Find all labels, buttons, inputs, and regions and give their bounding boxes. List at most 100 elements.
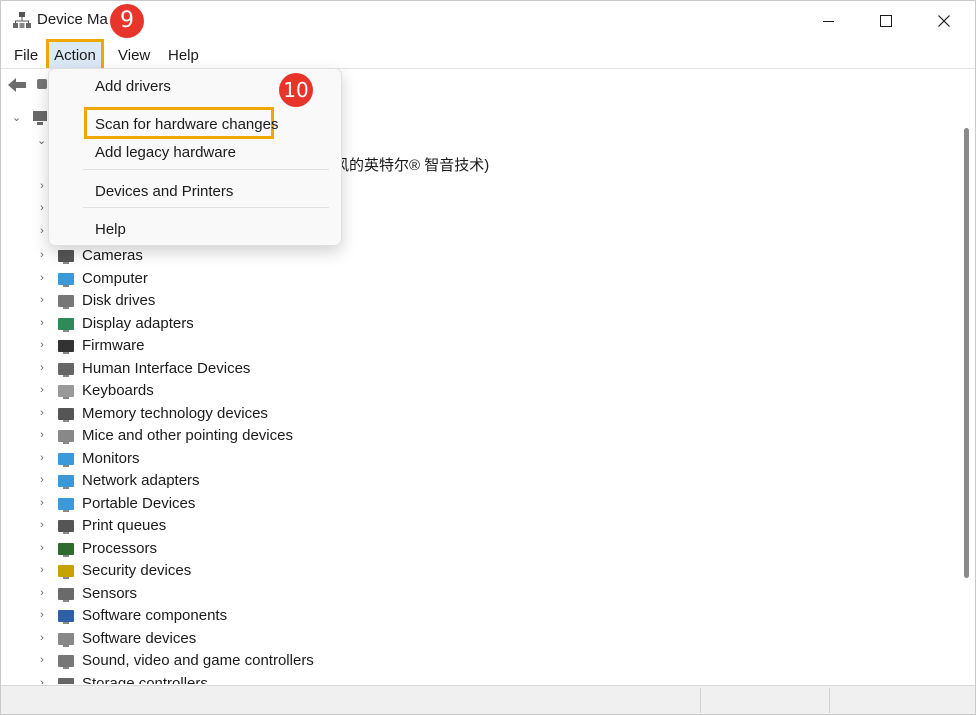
tree-category-row[interactable]: › Keyboards — [1, 381, 901, 403]
close-button[interactable] — [915, 1, 973, 41]
tree-category-label: Sound, video and game controllers — [82, 652, 314, 669]
computer-icon — [56, 271, 76, 289]
tree-category-label: Firmware — [82, 337, 145, 354]
audio-collapse-chevron-icon[interactable]: ⌄ — [37, 134, 46, 147]
back-arrow-icon[interactable] — [7, 76, 27, 94]
device-manager-window: Device Ma File Action View Help ⌄ ⌄ 风的英特… — [0, 0, 976, 715]
tree-category-row[interactable]: › Storage controllers — [1, 674, 901, 685]
minimize-button[interactable] — [799, 1, 857, 41]
expand-chevron-icon[interactable]: › — [37, 362, 47, 374]
tree-expand-chevron-icon[interactable]: › — [37, 225, 47, 237]
expand-chevron-icon[interactable]: › — [37, 564, 47, 576]
tree-category-label: Storage controllers — [82, 674, 208, 685]
printer-icon — [56, 518, 76, 536]
device-manager-icon — [13, 12, 31, 28]
processor-icon — [56, 541, 76, 559]
tree-category-label: Print queues — [82, 517, 167, 534]
tree-category-row[interactable]: › Print queues — [1, 516, 901, 538]
tree-category-label: Software devices — [82, 629, 197, 647]
title-bar: Device Ma — [1, 1, 975, 41]
tree-category-row[interactable]: › Human Interface Devices — [1, 359, 901, 381]
expand-chevron-icon[interactable]: › — [37, 654, 47, 666]
expand-chevron-icon[interactable]: › — [37, 677, 47, 685]
tree-category-row[interactable]: › Portable Devices — [1, 494, 901, 516]
step-10-badge: 10 — [279, 73, 313, 107]
display-adapter-icon — [56, 316, 76, 334]
tree-category-label: Processors — [82, 539, 158, 557]
tree-category-row[interactable]: › Mice and other pointing devices — [1, 426, 901, 448]
software-device-icon — [56, 631, 76, 649]
expand-chevron-icon[interactable]: › — [37, 317, 47, 329]
mouse-icon — [56, 428, 76, 446]
disk-drive-icon — [56, 293, 76, 311]
tree-category-label: Keyboards — [82, 382, 154, 399]
expand-chevron-icon[interactable]: › — [37, 542, 47, 554]
tree-category-row[interactable]: › Software components — [1, 606, 901, 628]
tree-category-row[interactable]: › Network adapters — [1, 471, 901, 493]
menu-view[interactable]: View — [112, 45, 156, 67]
minimize-icon — [822, 20, 834, 22]
tree-category-row[interactable]: › Computer — [1, 269, 901, 291]
menu-bar: File Action View Help — [1, 39, 975, 73]
tree-category-row[interactable]: › Cameras — [1, 246, 901, 268]
portable-device-icon — [56, 496, 76, 514]
forward-arrow-icon[interactable] — [37, 79, 47, 89]
tree-category-label: Computer — [82, 269, 148, 287]
tree-category-row[interactable]: › Monitors — [1, 449, 901, 471]
tree-category-row[interactable]: › Firmware — [1, 336, 901, 358]
vertical-scrollbar[interactable] — [957, 102, 975, 684]
tree-category-row[interactable]: › Software devices — [1, 629, 901, 651]
tree-category-label: Mice and other pointing devices — [82, 427, 293, 444]
sensor-icon — [56, 586, 76, 604]
scrollbar-thumb[interactable] — [964, 128, 969, 578]
expand-chevron-icon[interactable]: › — [37, 519, 47, 531]
tree-category-label: Display adapters — [82, 314, 194, 332]
expand-chevron-icon[interactable]: › — [37, 497, 47, 509]
expand-chevron-icon[interactable]: › — [37, 249, 47, 261]
expand-chevron-icon[interactable]: › — [37, 272, 47, 284]
software-component-icon — [56, 608, 76, 626]
tree-category-row[interactable]: › Processors — [1, 539, 901, 561]
network-icon — [56, 473, 76, 491]
expand-chevron-icon[interactable]: › — [37, 429, 47, 441]
step-9-badge: 9 — [110, 4, 144, 38]
menu-item-add-drivers[interactable]: Add drivers — [95, 78, 171, 95]
window-title: Device Ma — [37, 11, 108, 28]
tree-category-row[interactable]: › Sound, video and game controllers — [1, 651, 901, 673]
tree-category-row[interactable]: › Disk drives — [1, 291, 901, 313]
tree-category-row[interactable]: › Sensors — [1, 584, 901, 606]
menu-item-scan-hardware[interactable]: Scan for hardware changes — [95, 116, 278, 133]
expand-chevron-icon[interactable]: › — [37, 474, 47, 486]
maximize-button[interactable] — [857, 1, 915, 41]
menu-item-help[interactable]: Help — [95, 221, 126, 238]
tree-expand-chevron-icon[interactable]: › — [37, 180, 47, 192]
status-bar — [1, 685, 975, 714]
expand-chevron-icon[interactable]: › — [37, 452, 47, 464]
expand-chevron-icon[interactable]: › — [37, 294, 47, 306]
tree-category-label: Software components — [82, 607, 228, 624]
expand-chevron-icon[interactable]: › — [37, 632, 47, 644]
menu-item-devices-printers[interactable]: Devices and Printers — [95, 183, 233, 200]
root-collapse-chevron-icon[interactable]: ⌄ — [12, 111, 21, 124]
maximize-icon — [880, 15, 892, 27]
expand-chevron-icon[interactable]: › — [37, 609, 47, 621]
tree-category-label: Cameras — [82, 247, 143, 264]
menu-help[interactable]: Help — [162, 45, 205, 67]
hid-icon — [56, 361, 76, 379]
expand-chevron-icon[interactable]: › — [37, 587, 47, 599]
tree-category-row[interactable]: › Memory technology devices — [1, 404, 901, 426]
tree-category-row[interactable]: › Security devices — [1, 561, 901, 583]
menu-file[interactable]: File — [8, 45, 44, 67]
tree-category-label: Memory technology devices — [82, 404, 268, 422]
tree-category-row[interactable]: › Display adapters — [1, 314, 901, 336]
tree-expand-chevron-icon[interactable]: › — [37, 202, 47, 214]
tree-category-label: Portable Devices — [82, 494, 196, 512]
tree-category-label: Security devices — [82, 562, 192, 579]
audio-device-partial-label: 风的英特尔® 智音技术) — [334, 157, 490, 174]
expand-chevron-icon[interactable]: › — [37, 407, 47, 419]
expand-chevron-icon[interactable]: › — [37, 384, 47, 396]
expand-chevron-icon[interactable]: › — [37, 339, 47, 351]
tree-category-label: Sensors — [82, 584, 138, 602]
menu-item-add-legacy-hardware[interactable]: Add legacy hardware — [95, 144, 236, 161]
tree-category-label: Disk drives — [82, 292, 156, 309]
